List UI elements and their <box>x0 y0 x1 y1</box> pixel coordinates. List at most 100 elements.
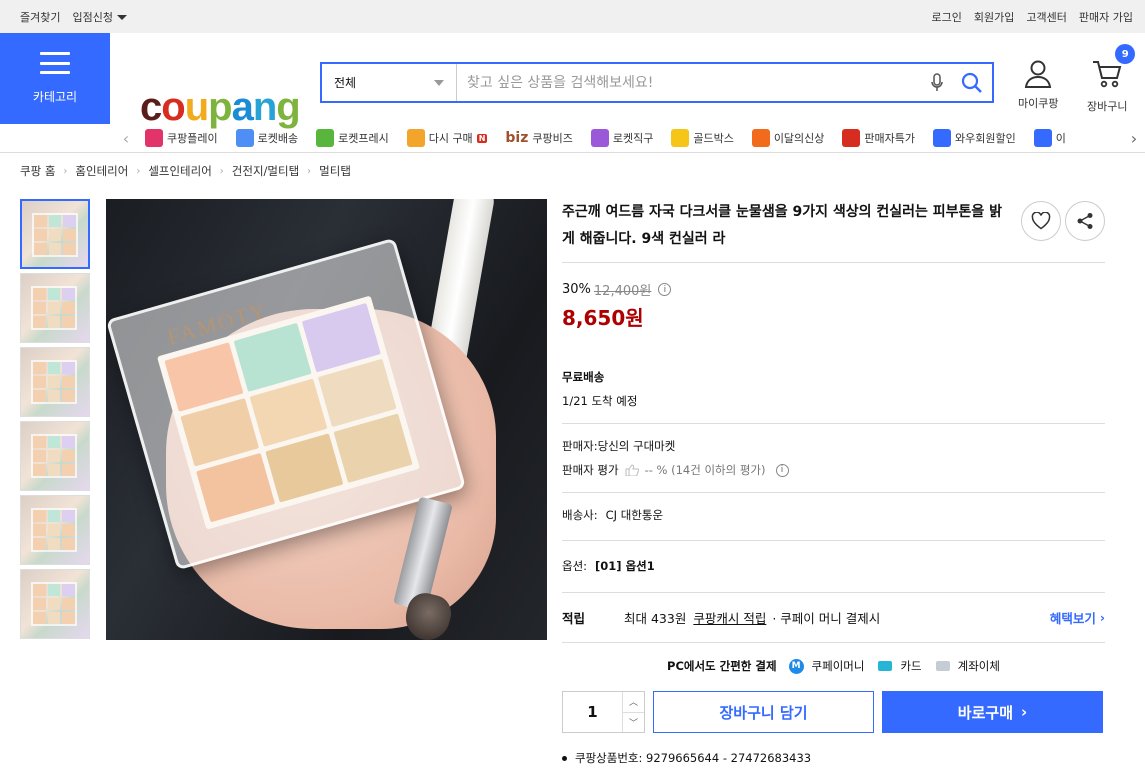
product-id-row: 쿠팡상품번호: 9279665644 - 27472683433 <box>562 750 1105 766</box>
coupon-icon <box>1033 129 1052 147</box>
favorite-button[interactable] <box>1021 201 1061 241</box>
coupang-logo[interactable]: coupang <box>140 87 301 127</box>
category-nav-item[interactable]: 로켓직구 <box>583 129 663 147</box>
category-nav-item[interactable]: biz 쿠팡비즈 <box>497 129 582 147</box>
breadcrumb-item[interactable]: 쿠팡 홈 <box>20 163 55 179</box>
quantity-spinner: ︿ ﹀ <box>623 692 644 732</box>
category-nav-label: 와우회원할인 <box>955 132 1016 145</box>
seller-rating-value: -- % (14건 이하의 평가) <box>644 463 766 477</box>
benefit-link[interactable]: 혜택보기 › <box>1050 608 1105 627</box>
reward-cash-link[interactable]: 쿠팡캐시 적립 <box>693 608 766 627</box>
reward-label: 적립 <box>562 611 586 626</box>
category-nav-item[interactable]: 로켓프레시 <box>308 129 399 147</box>
thumbnail-image[interactable] <box>20 569 90 639</box>
free-shipping-label: 무료배송 <box>562 370 605 384</box>
thumbnail-image[interactable] <box>20 495 90 565</box>
search-input[interactable] <box>457 74 922 91</box>
quantity-input[interactable]: 1 <box>563 692 623 732</box>
breadcrumb-item[interactable]: 멀티탭 <box>319 163 351 179</box>
thumbnail-image[interactable] <box>20 347 90 417</box>
seller-rating-label: 판매자 평가 <box>562 463 619 477</box>
main-product-image[interactable]: FAMOTY <box>106 199 547 640</box>
category-nav-item[interactable]: 골드박스 <box>663 129 743 147</box>
chevron-right-icon: › <box>1021 703 1028 721</box>
bank-transfer-icon <box>935 661 950 671</box>
microphone-icon[interactable] <box>922 72 952 93</box>
cart-icon-wrap: 9 <box>1091 44 1136 92</box>
breadcrumb-item[interactable]: 셀프인테리어 <box>148 163 211 179</box>
title-row: 주근깨 여드름 자국 다크서클 눈물샘을 9가지 색상의 컨실러는 피부톤을 밝… <box>562 199 1105 262</box>
category-nav-label: 골드박스 <box>693 132 734 145</box>
category-nav-item[interactable]: 이 <box>1026 129 1076 147</box>
category-nav-item[interactable]: 판매자특가 <box>834 129 925 147</box>
category-nav-label: 쿠팡플레이 <box>167 132 218 145</box>
quantity-stepper: 1 ︿ ﹀ <box>562 691 645 733</box>
cart-count-badge: 9 <box>1115 44 1136 64</box>
nav-next-icon[interactable]: › <box>1123 129 1145 148</box>
discount-row: 30% 12,400원 i <box>562 280 1105 299</box>
nav-prev-icon[interactable]: ‹ <box>115 129 137 148</box>
category-nav-item[interactable]: 이달의신상 <box>744 129 835 147</box>
cart-label: 장바구니 <box>1087 100 1128 113</box>
option-label: 옵션: <box>562 559 588 573</box>
category-nav-item[interactable]: 쿠팡플레이 <box>137 129 228 147</box>
card-icon <box>878 661 893 671</box>
thumbnail-image[interactable] <box>20 199 90 269</box>
seller-signup-link[interactable]: 판매자 가입 <box>1079 9 1133 25</box>
seller-name[interactable]: 판매자:당신의 구대마켓 <box>562 438 1105 454</box>
thumbs-up-icon <box>625 464 639 476</box>
signup-link[interactable]: 회원가입 <box>974 9 1014 25</box>
product-id: 쿠팡상품번호: 9279665644 - 27472683433 <box>575 751 812 765</box>
chevron-up-icon[interactable]: ︿ <box>623 692 644 713</box>
chevron-right-icon: › <box>307 165 312 177</box>
buy-now-button[interactable]: 바로구매 › <box>882 691 1103 733</box>
breadcrumb-item[interactable]: 건전지/멀티탭 <box>232 163 299 179</box>
new-badge-icon: N <box>476 133 488 143</box>
percent-icon <box>842 129 861 147</box>
new-bag-icon <box>751 129 770 147</box>
thumbnail-image[interactable] <box>20 273 90 343</box>
arrival-date: 1/21 도착 예정 <box>562 394 638 408</box>
category-nav-item[interactable]: 다시 구매 N <box>399 129 498 147</box>
chevron-right-icon: › <box>219 165 224 177</box>
partner-apply-label: 입점신청 <box>72 10 113 24</box>
option-value[interactable]: [01] 옵션1 <box>595 558 655 574</box>
pay-method: 계좌이체 <box>957 659 1000 673</box>
original-price: 12,400원 <box>593 284 652 299</box>
category-nav-items: 쿠팡플레이 로켓배송 로켓프레시 다시 구매 Nbiz 쿠팡비즈 로켓직구 골드박스 이달의신상… <box>137 129 1123 147</box>
login-link[interactable]: 로그인 <box>932 9 962 25</box>
search-bar: 전체 <box>320 62 994 103</box>
user-icon <box>1025 60 1052 88</box>
repurchase-icon <box>406 129 425 147</box>
top-right-links: 로그인 회원가입 고객센터 판매자 가입 <box>932 9 1133 25</box>
reward-amount: 최대 433원 <box>624 611 687 626</box>
search-icon[interactable] <box>952 72 992 94</box>
category-nav-item[interactable]: 로켓배송 <box>228 129 308 147</box>
info-icon[interactable]: i <box>775 463 789 477</box>
thumbnail-image[interactable] <box>20 421 90 491</box>
courier-name: CJ 대한통운 <box>605 508 664 522</box>
cart-button[interactable]: 9 장바구니 <box>1087 44 1136 114</box>
discount-rate: 30% <box>562 282 591 297</box>
mycoupang-button[interactable]: 마이쿠팡 <box>1018 59 1058 111</box>
category-nav-item[interactable]: 와우회원할인 <box>925 129 1026 147</box>
payment-title: PC에서도 간편한 결제 <box>667 659 777 673</box>
goldbox-icon <box>671 129 690 147</box>
customer-center-link[interactable]: 고객센터 <box>1026 9 1066 25</box>
add-to-cart-button[interactable]: 장바구니 담기 <box>653 691 874 733</box>
info-icon[interactable]: i <box>658 283 672 296</box>
price-section: 30% 12,400원 i 8,650원 <box>562 263 1105 353</box>
rocket-icon <box>235 129 254 147</box>
pay-method: 쿠페이머니 <box>811 659 865 673</box>
partner-apply-link[interactable]: 입점신청 <box>72 9 127 25</box>
buy-now-label: 바로구매 <box>957 703 1013 722</box>
breadcrumb-item[interactable]: 홈인테리어 <box>75 163 128 179</box>
bookmark-link[interactable]: 즐겨찾기 <box>20 9 60 25</box>
category-menu-button[interactable]: 카테고리 <box>0 33 110 124</box>
search-scope-select[interactable]: 전체 <box>322 64 457 101</box>
reward-condition: · 쿠페이 머니 결제시 <box>772 611 881 626</box>
reward-row: 적립 최대 433원 쿠팡캐시 적립 · 쿠페이 머니 결제시 혜택보기 › <box>562 593 1105 642</box>
global-rocket-icon <box>590 129 609 147</box>
chevron-down-icon[interactable]: ﹀ <box>623 713 644 733</box>
share-button[interactable] <box>1065 201 1105 241</box>
